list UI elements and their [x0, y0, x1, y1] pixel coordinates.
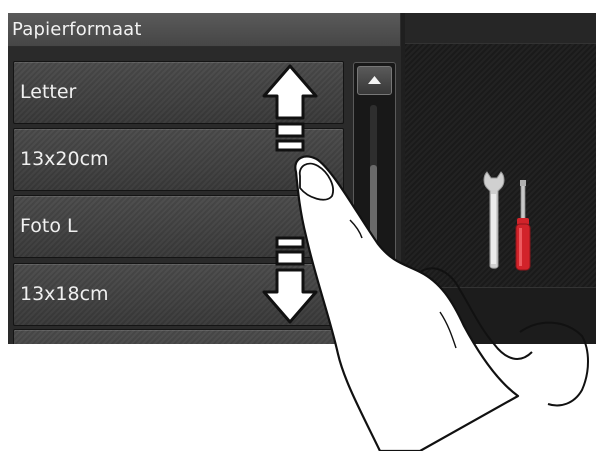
gesture-overlay	[262, 64, 589, 451]
arrow-down-icon	[262, 236, 318, 324]
arrow-up-icon	[262, 64, 318, 152]
swipe-finger-icon	[294, 155, 589, 451]
